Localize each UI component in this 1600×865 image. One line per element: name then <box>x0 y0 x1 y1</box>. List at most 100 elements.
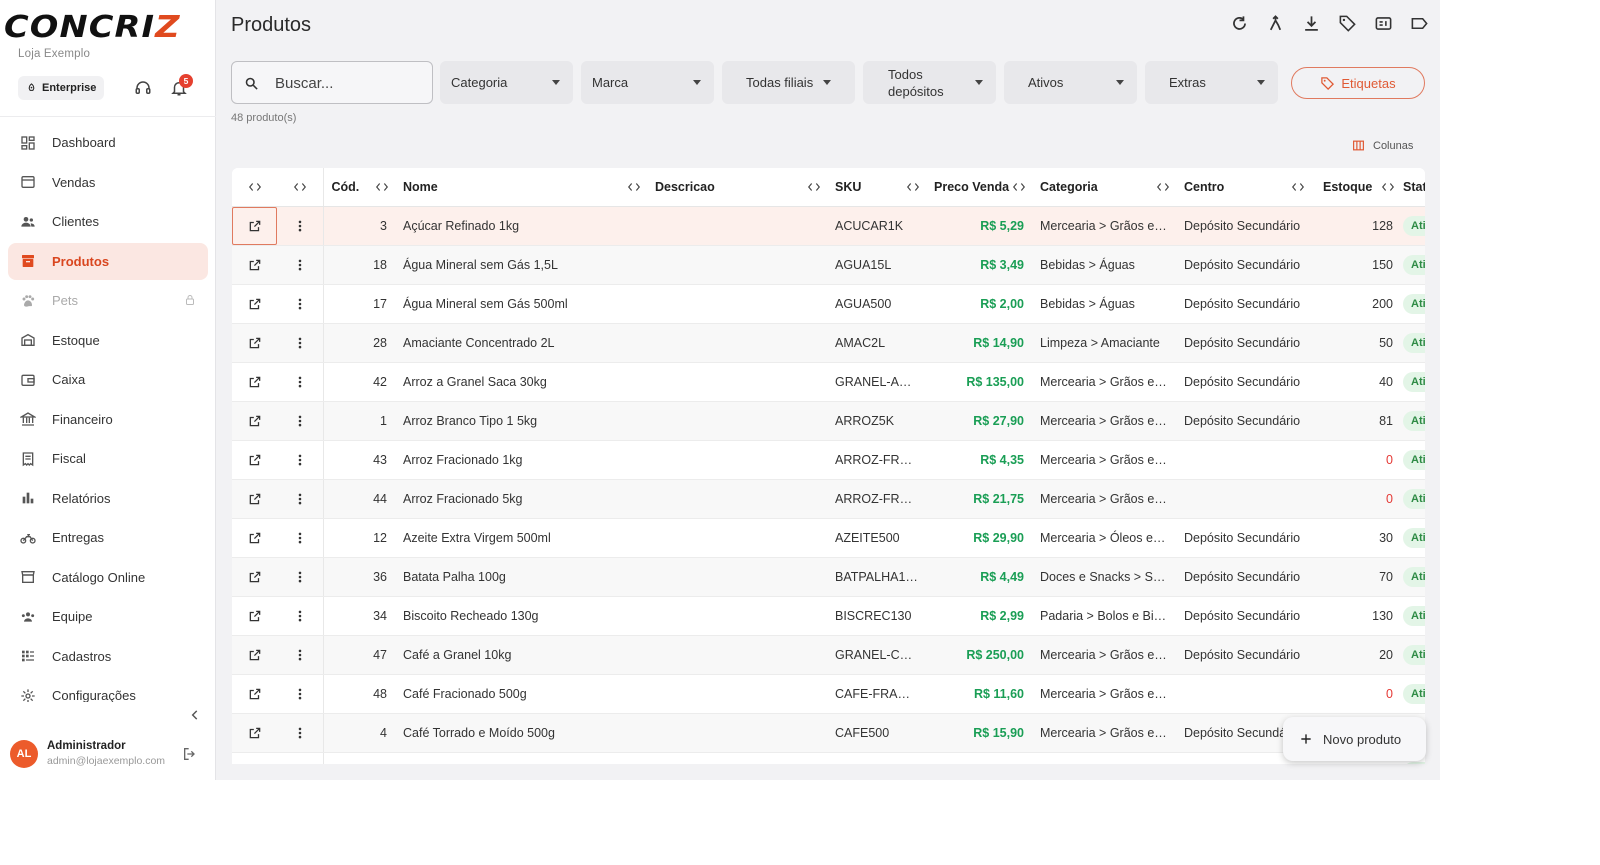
sidebar-item-produtos[interactable]: Produtos <box>8 242 208 280</box>
resize-column-icon[interactable] <box>906 181 920 193</box>
search-input[interactable] <box>275 70 425 96</box>
table-row[interactable]: 43 Arroz Fracionado 1kg ARROZ-FRAC1 R$ 4,35… <box>232 440 1425 480</box>
table-row[interactable]: 17 Água Mineral sem Gás 500ml AGUA500 R$ 2,… <box>232 284 1425 324</box>
plan-badge[interactable]: Enterprise <box>18 76 105 100</box>
table-row[interactable]: 12 Azeite Extra Virgem 500ml AZEITE500 R$ 2… <box>232 518 1425 558</box>
table-row[interactable]: 44 Arroz Fracionado 5kg ARROZ-FRAC5 R$ 21,7… <box>232 479 1425 519</box>
sidebar-item-clientes[interactable]: Clientes <box>8 203 208 240</box>
row-menu-cell[interactable] <box>277 401 324 441</box>
open-product-button[interactable] <box>232 285 277 323</box>
open-product-button[interactable] <box>232 519 277 557</box>
filter-ativos[interactable]: Ativos <box>1004 61 1137 104</box>
resize-column-icon[interactable] <box>1156 181 1170 193</box>
sidebar-item-cadastros[interactable]: Cadastros <box>8 638 208 675</box>
open-product-cell[interactable] <box>232 284 277 324</box>
sidebar-item-dashboard[interactable]: Dashboard <box>8 124 208 161</box>
sidebar-item-pets[interactable]: Pets <box>8 282 208 319</box>
sidebar-item-equipe[interactable]: Equipe <box>8 598 208 635</box>
open-product-cell[interactable] <box>232 713 277 753</box>
label-icon[interactable] <box>1410 14 1429 33</box>
sidebar-item-entregas[interactable]: Entregas <box>8 519 208 556</box>
sidebar-item-fiscal[interactable]: Fiscal <box>8 440 208 477</box>
sidebar-item-vendas[interactable]: Vendas <box>8 164 208 201</box>
sidebar-item-estoque[interactable]: Estoque <box>8 322 208 359</box>
column-header-descricao[interactable]: Descricao <box>647 168 827 207</box>
filter-marca[interactable]: Marca <box>581 61 714 104</box>
open-product-cell[interactable] <box>232 518 277 558</box>
table-row[interactable]: 19Cerveja Pilsen Lata 350ml CERV350R$ 4,1… <box>232 752 1425 764</box>
column-header-menu[interactable] <box>277 168 324 207</box>
table-row[interactable]: 48 Café Fracionado 500g CAFE-FRAC500 R$ 11,… <box>232 674 1425 714</box>
table-row[interactable]: 47 Café a Granel 10kg GRANEL-CAFE R$ 250,00… <box>232 635 1425 675</box>
column-header-sku[interactable]: SKU <box>827 168 926 207</box>
row-menu-cell[interactable] <box>277 674 324 714</box>
open-product-cell[interactable] <box>232 596 277 636</box>
download-icon[interactable] <box>1302 14 1321 33</box>
open-product-cell[interactable] <box>232 323 277 363</box>
table-row[interactable]: 36 Batata Palha 100g BATPALHA100 R$ 4,49 Doc… <box>232 557 1425 597</box>
resize-column-icon[interactable] <box>1291 181 1305 193</box>
row-menu-cell[interactable] <box>277 557 324 597</box>
open-product-cell[interactable] <box>232 752 277 764</box>
collapse-sidebar-icon[interactable] <box>188 708 202 722</box>
open-product-button[interactable] <box>232 206 277 244</box>
filter-categoria[interactable]: Categoria <box>440 61 573 104</box>
open-product-cell[interactable] <box>232 401 277 441</box>
table-row[interactable]: 1 Arroz Branco Tipo 1 5kg ARROZ5K R$ 27,90 M… <box>232 401 1425 441</box>
open-product-button[interactable] <box>232 480 277 518</box>
filter-extras[interactable]: Extras <box>1145 61 1278 104</box>
resize-column-icon[interactable] <box>375 181 389 193</box>
sidebar-item-caixa[interactable]: Caixa <box>8 361 208 398</box>
row-menu-cell[interactable] <box>277 752 324 764</box>
sidebar-item-relatorios[interactable]: Relatórios <box>8 480 208 517</box>
sidebar-item-financeiro[interactable]: Financeiro <box>8 401 208 438</box>
table-row[interactable]: 28 Amaciante Concentrado 2L AMAC2L R$ 14,90… <box>232 323 1425 363</box>
row-menu-cell[interactable] <box>277 635 324 675</box>
table-row[interactable]: 3 Açúcar Refinado 1kg ACUCAR1K R$ 5,29 Merce… <box>232 206 1425 246</box>
merge-icon[interactable] <box>1266 14 1285 33</box>
filter-filiais[interactable]: Todas filiais <box>722 61 855 104</box>
open-product-button[interactable] <box>232 675 277 713</box>
filter-depositos[interactable]: Todos depósitos <box>863 61 996 104</box>
columns-button[interactable]: Colunas <box>1352 139 1413 152</box>
table-row[interactable]: 42 Arroz a Granel Saca 30kg GRANEL-ARROZ R$… <box>232 362 1425 402</box>
open-product-button[interactable] <box>232 441 277 479</box>
price-tag-icon[interactable] <box>1374 14 1393 33</box>
open-product-cell[interactable] <box>232 557 277 597</box>
open-product-button[interactable] <box>232 324 277 362</box>
open-product-cell[interactable] <box>232 362 277 402</box>
open-product-button[interactable] <box>232 753 277 765</box>
column-header-preco[interactable]: Preco Venda <box>926 168 1032 207</box>
etiquetas-button[interactable]: Etiquetas <box>1291 67 1425 99</box>
open-product-cell[interactable] <box>232 245 277 285</box>
open-product-button[interactable] <box>232 246 277 284</box>
column-header-cod[interactable]: Cód. <box>323 168 395 207</box>
row-menu-cell[interactable] <box>277 245 324 285</box>
resize-column-icon[interactable] <box>293 181 307 193</box>
resize-column-icon[interactable] <box>627 181 641 193</box>
column-header-estoque[interactable]: Estoque <box>1311 168 1401 207</box>
brand-logo[interactable]: CONCRIZ <box>4 10 181 45</box>
open-product-cell[interactable] <box>232 635 277 675</box>
row-menu-cell[interactable] <box>277 479 324 519</box>
open-product-cell[interactable] <box>232 206 277 246</box>
row-menu-cell[interactable] <box>277 284 324 324</box>
open-product-button[interactable] <box>232 363 277 401</box>
resize-column-icon[interactable] <box>1012 181 1026 193</box>
column-header-status[interactable]: Status <box>1401 168 1425 207</box>
open-product-button[interactable] <box>232 558 277 596</box>
row-menu-cell[interactable] <box>277 323 324 363</box>
refresh-icon[interactable] <box>1230 14 1249 33</box>
open-product-cell[interactable] <box>232 440 277 480</box>
new-product-button[interactable]: Novo produto <box>1283 717 1426 761</box>
open-product-cell[interactable] <box>232 674 277 714</box>
search-field[interactable] <box>231 61 433 104</box>
column-header-centro[interactable]: Centro <box>1176 168 1311 207</box>
row-menu-cell[interactable] <box>277 362 324 402</box>
column-header-nome[interactable]: Nome <box>395 168 647 207</box>
open-product-button[interactable] <box>232 402 277 440</box>
table-row[interactable]: 34 Biscoito Recheado 130g BISCREC130 R$ 2,9… <box>232 596 1425 636</box>
headset-icon[interactable] <box>134 79 152 97</box>
sidebar-item-catalogo-online[interactable]: Catálogo Online <box>8 559 208 596</box>
resize-column-icon[interactable] <box>807 181 821 193</box>
